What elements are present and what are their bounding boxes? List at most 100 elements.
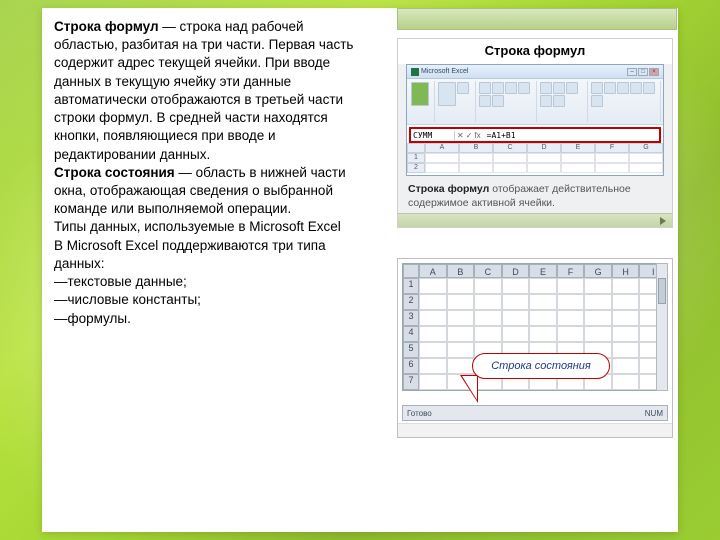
cell[interactable] (447, 326, 475, 342)
cell[interactable] (527, 163, 561, 173)
cell[interactable] (447, 294, 475, 310)
cell[interactable] (502, 294, 530, 310)
col-header[interactable]: A (425, 143, 459, 153)
styles-icon[interactable] (617, 82, 629, 94)
col-header[interactable]: D (502, 264, 530, 278)
name-box[interactable]: СУММ (411, 131, 455, 140)
cell[interactable] (502, 326, 530, 342)
cell[interactable] (474, 310, 502, 326)
col-header[interactable]: B (447, 264, 475, 278)
percent-icon[interactable] (604, 82, 616, 94)
col-header[interactable]: G (584, 264, 612, 278)
cell[interactable] (419, 358, 447, 374)
cell[interactable] (459, 153, 493, 163)
cell[interactable] (595, 153, 629, 163)
select-all-corner[interactable] (403, 264, 419, 278)
col-header[interactable]: F (557, 264, 585, 278)
border-icon[interactable] (492, 95, 504, 107)
col-header[interactable]: F (595, 143, 629, 153)
col-header[interactable]: C (474, 264, 502, 278)
paste-icon[interactable] (438, 82, 456, 106)
row-header[interactable]: 3 (403, 310, 419, 326)
vertical-scrollbar[interactable] (656, 263, 668, 391)
cell[interactable] (474, 326, 502, 342)
row-header[interactable]: 7 (403, 374, 419, 390)
row-header[interactable]: 5 (403, 342, 419, 358)
col-header[interactable]: D (527, 143, 561, 153)
cell[interactable] (584, 294, 612, 310)
cell[interactable] (529, 278, 557, 294)
cell[interactable] (595, 163, 629, 173)
row-header[interactable]: 2 (407, 163, 425, 173)
font-color-icon[interactable] (518, 82, 530, 94)
enter-icon[interactable]: ✓ (466, 131, 473, 140)
cell[interactable] (612, 374, 640, 390)
number-format-icon[interactable] (591, 82, 603, 94)
cell[interactable] (419, 310, 447, 326)
cell[interactable] (447, 358, 475, 374)
cell[interactable] (612, 326, 640, 342)
align-right-icon[interactable] (566, 82, 578, 94)
fx-icon[interactable]: fx (474, 131, 480, 140)
underline-icon[interactable] (505, 82, 517, 94)
cell[interactable] (459, 163, 493, 173)
cut-icon[interactable] (457, 82, 469, 94)
col-header[interactable]: B (459, 143, 493, 153)
cell[interactable] (612, 278, 640, 294)
cell[interactable] (502, 310, 530, 326)
cell[interactable] (612, 342, 640, 358)
close-icon[interactable]: × (649, 68, 659, 76)
cell[interactable] (447, 310, 475, 326)
cell[interactable] (557, 294, 585, 310)
insert-icon[interactable] (630, 82, 642, 94)
cell[interactable] (419, 374, 447, 390)
play-icon[interactable] (660, 217, 666, 225)
cell[interactable] (561, 163, 595, 173)
cell[interactable] (584, 278, 612, 294)
cell[interactable] (584, 310, 612, 326)
cell[interactable] (474, 278, 502, 294)
cell[interactable] (502, 278, 530, 294)
cell[interactable] (529, 294, 557, 310)
bold-icon[interactable] (479, 82, 491, 94)
cell[interactable] (612, 310, 640, 326)
align-left-icon[interactable] (540, 82, 552, 94)
cell[interactable] (493, 163, 527, 173)
cell[interactable] (612, 358, 640, 374)
cell[interactable] (425, 153, 459, 163)
row-header[interactable]: 6 (403, 358, 419, 374)
cell[interactable] (493, 153, 527, 163)
row-header[interactable]: 1 (407, 153, 425, 163)
col-header[interactable]: C (493, 143, 527, 153)
cell[interactable] (557, 278, 585, 294)
formula-input[interactable]: =A1+B1 (483, 131, 659, 140)
cell[interactable] (474, 294, 502, 310)
file-tab-icon[interactable] (411, 82, 429, 106)
align-center-icon[interactable] (553, 82, 565, 94)
col-header[interactable]: H (612, 264, 640, 278)
cell[interactable] (529, 310, 557, 326)
cell[interactable] (447, 342, 475, 358)
col-header[interactable]: A (419, 264, 447, 278)
cell[interactable] (447, 278, 475, 294)
cell[interactable] (629, 153, 663, 163)
find-icon[interactable] (591, 95, 603, 107)
cell[interactable] (419, 278, 447, 294)
sort-icon[interactable] (643, 82, 655, 94)
minimize-icon[interactable]: – (627, 68, 637, 76)
cell[interactable] (529, 326, 557, 342)
select-all-corner[interactable] (407, 143, 425, 153)
cell[interactable] (561, 153, 595, 163)
cell[interactable] (425, 163, 459, 173)
merge-icon[interactable] (553, 95, 565, 107)
cell[interactable] (419, 294, 447, 310)
cell[interactable] (612, 294, 640, 310)
cell[interactable] (557, 326, 585, 342)
cell[interactable] (584, 326, 612, 342)
cell[interactable] (419, 326, 447, 342)
row-header[interactable]: 2 (403, 294, 419, 310)
row-header[interactable]: 1 (403, 278, 419, 294)
cell[interactable] (629, 163, 663, 173)
wrap-text-icon[interactable] (540, 95, 552, 107)
maximize-icon[interactable]: □ (638, 68, 648, 76)
